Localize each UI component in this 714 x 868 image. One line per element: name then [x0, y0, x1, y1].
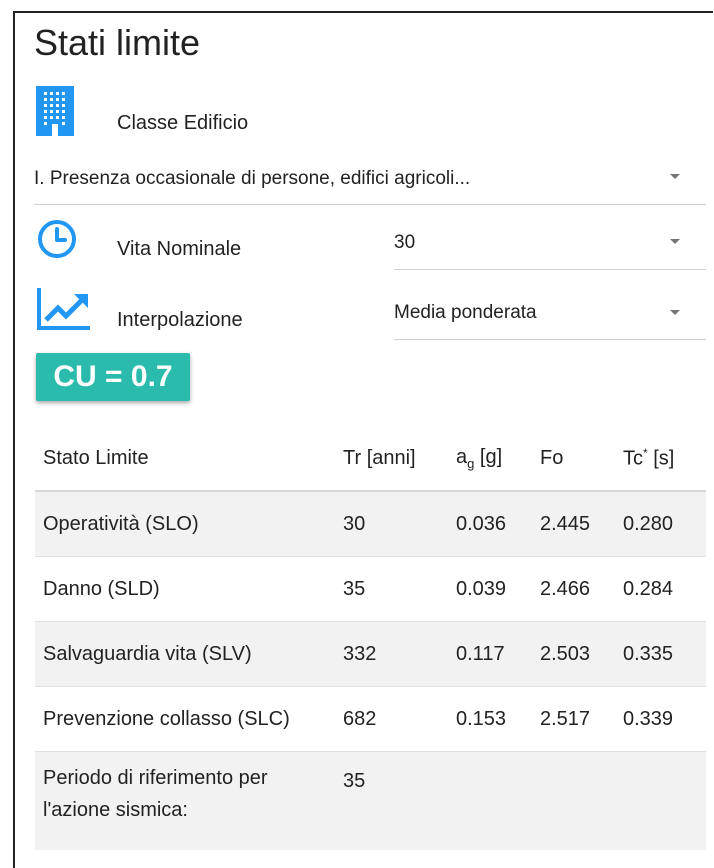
- cu-badge: CU = 0.7: [36, 353, 190, 401]
- cell-tr: 332: [335, 621, 448, 687]
- table-row: Danno (SLD) 35 0.039 2.466 0.284: [35, 556, 706, 622]
- col-header-tr: Tr [anni]: [335, 426, 448, 492]
- periodo-value: 35: [335, 751, 448, 850]
- classe-edificio-value: I. Presenza occasionale di persone, edif…: [34, 168, 471, 189]
- interpolazione-value: Media ponderata: [394, 302, 537, 323]
- cell-tr: 30: [335, 491, 448, 557]
- periodo-label: Periodo di riferimento per l'azione sismi…: [35, 751, 335, 850]
- cell-tc: 0.339: [615, 686, 706, 752]
- cell-ag: 0.153: [448, 686, 532, 752]
- table-header-row: Stato Limite Tr [anni] ag [g] Fo Tc* [s]: [35, 426, 706, 492]
- table-row: Salvaguardia vita (SLV) 332 0.117 2.503 …: [35, 621, 706, 687]
- chevron-down-icon: [670, 239, 680, 244]
- cell-stato: Salvaguardia vita (SLV): [35, 621, 335, 687]
- cell-tc: 0.280: [615, 491, 706, 557]
- cell-stato: Operatività (SLO): [35, 491, 335, 557]
- vita-nominale-value: 30: [394, 232, 416, 253]
- table-row: Prevenzione collasso (SLC) 682 0.153 2.5…: [35, 686, 706, 752]
- cell-fo: 2.517: [532, 686, 615, 752]
- cell-ag: 0.036: [448, 491, 532, 557]
- periodo-row: Periodo di riferimento per l'azione sismi…: [35, 751, 706, 850]
- trending-up-icon: [37, 288, 90, 330]
- building-icon: [36, 86, 74, 136]
- vita-nominale-select[interactable]: 30: [394, 227, 706, 270]
- col-header-fo: Fo: [532, 426, 615, 492]
- cell-ag: 0.039: [448, 556, 532, 622]
- col-header-tc: Tc* [s]: [615, 426, 706, 492]
- cell-tc: 0.284: [615, 556, 706, 622]
- cell-tr: 35: [335, 556, 448, 622]
- cell-ag: 0.117: [448, 621, 532, 687]
- col-header-stato: Stato Limite: [35, 426, 335, 492]
- col-header-ag: ag [g]: [448, 426, 532, 492]
- classe-edificio-select[interactable]: I. Presenza occasionale di persone, edif…: [34, 162, 706, 205]
- cell-stato: Prevenzione collasso (SLC): [35, 686, 335, 752]
- cell-fo: 2.503: [532, 621, 615, 687]
- vita-nominale-label: Vita Nominale: [117, 238, 242, 260]
- cell-tr: 682: [335, 686, 448, 752]
- interpolazione-select[interactable]: Media ponderata: [394, 297, 706, 340]
- table-row: Operatività (SLO) 30 0.036 2.445 0.280: [35, 491, 706, 557]
- classe-edificio-label: Classe Edificio: [117, 112, 249, 134]
- page-title: Stati limite: [34, 22, 201, 63]
- cell-tc: 0.335: [615, 621, 706, 687]
- cell-stato: Danno (SLD): [35, 556, 335, 622]
- stati-limite-table: Stato Limite Tr [anni] ag [g] Fo Tc* [s]…: [35, 426, 706, 850]
- chevron-down-icon: [670, 174, 680, 179]
- cell-fo: 2.466: [532, 556, 615, 622]
- cell-fo: 2.445: [532, 491, 615, 557]
- clock-icon: [38, 220, 76, 258]
- chevron-down-icon: [670, 310, 680, 315]
- interpolazione-label: Interpolazione: [117, 309, 243, 331]
